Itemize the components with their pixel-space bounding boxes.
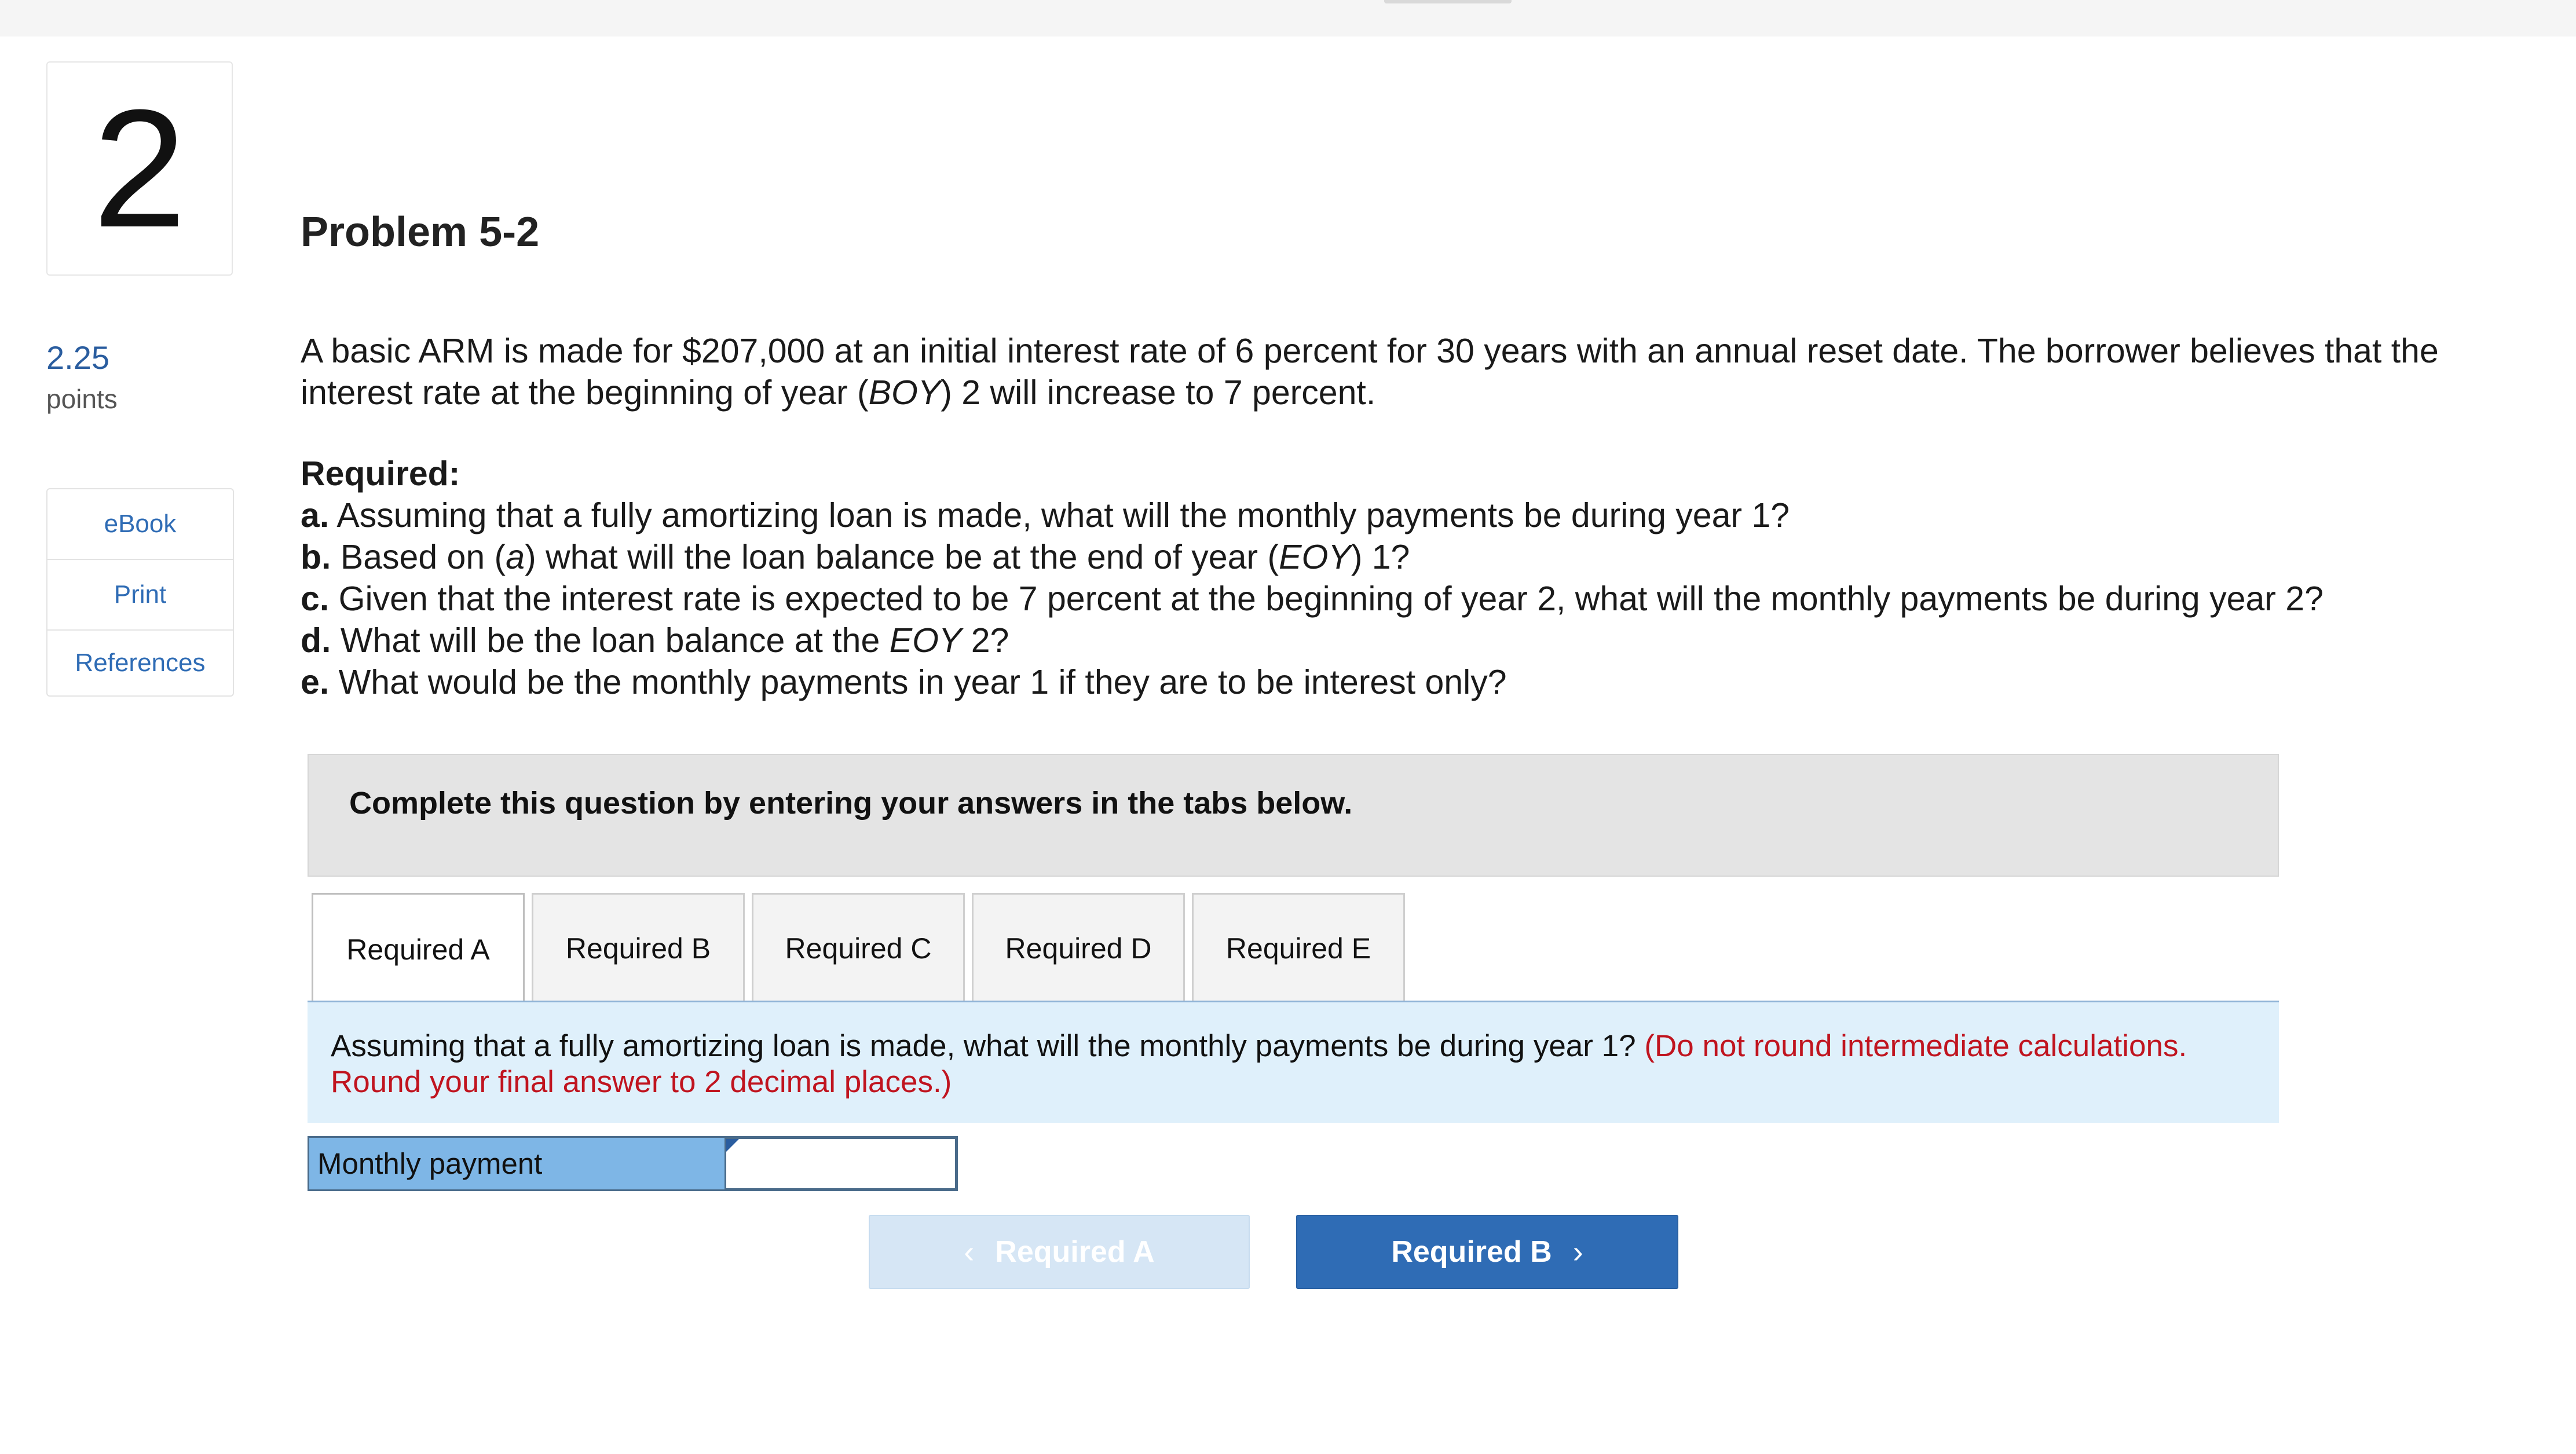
prev-button: ‹ Required A (869, 1215, 1250, 1289)
question-panel: Assuming that a fully amortizing loan is… (308, 1002, 2279, 1123)
chevron-right-icon: › (1572, 1235, 1583, 1269)
side-links: eBook Print References (46, 488, 234, 697)
cell-flag-icon (726, 1139, 739, 1152)
tab-required-e[interactable]: Required E (1192, 893, 1405, 1002)
next-button[interactable]: Required B › (1296, 1215, 1678, 1289)
prompt-boy: BOY (868, 373, 941, 412)
tab-required-d[interactable]: Required D (972, 893, 1185, 1002)
required-item-e: e. What would be the monthly payments in… (301, 663, 1507, 701)
chevron-left-icon: ‹ (964, 1235, 975, 1269)
tab-required-b[interactable]: Required B (532, 893, 745, 1002)
points-label: points (46, 384, 118, 414)
monthly-payment-input[interactable] (726, 1139, 955, 1188)
monthly-payment-label: Monthly payment (308, 1136, 726, 1191)
panel-question: Assuming that a fully amortizing loan is… (331, 1029, 1636, 1063)
top-handle[interactable] (1384, 0, 1512, 3)
tab-bar: Required A Required B Required C Require… (312, 893, 1412, 1004)
problem-prompt: A basic ARM is made for $207,000 at an i… (301, 330, 2501, 413)
tab-required-c[interactable]: Required C (752, 893, 965, 1002)
tab-required-a[interactable]: Required A (312, 893, 525, 1004)
required-item-c: c. Given that the interest rate is expec… (301, 580, 2323, 618)
top-strip (0, 0, 2576, 36)
required-item-d: d. What will be the loan balance at the … (301, 621, 1009, 660)
prev-button-label: Required A (995, 1235, 1155, 1269)
answer-cell (726, 1136, 958, 1191)
answer-row: Monthly payment (308, 1136, 958, 1191)
points-value: 2.25 (46, 339, 109, 376)
problem-title: Problem 5-2 (301, 209, 540, 255)
print-link[interactable]: Print (47, 560, 233, 631)
next-button-label: Required B (1391, 1235, 1552, 1269)
required-item-a: a. Assuming that a fully amortizing loan… (301, 496, 1790, 534)
instructions-banner: Complete this question by entering your … (308, 754, 2279, 877)
required-item-b: b. Based on (a) what will the loan balan… (301, 538, 1410, 576)
question-number: 2 (46, 61, 233, 276)
ebook-link[interactable]: eBook (47, 489, 233, 560)
required-heading: Required: (301, 455, 460, 493)
prompt-text-2: ) 2 will increase to 7 percent. (941, 373, 1376, 412)
references-link[interactable]: References (47, 631, 233, 695)
required-list: Required: a. Assuming that a fully amort… (301, 453, 2548, 703)
